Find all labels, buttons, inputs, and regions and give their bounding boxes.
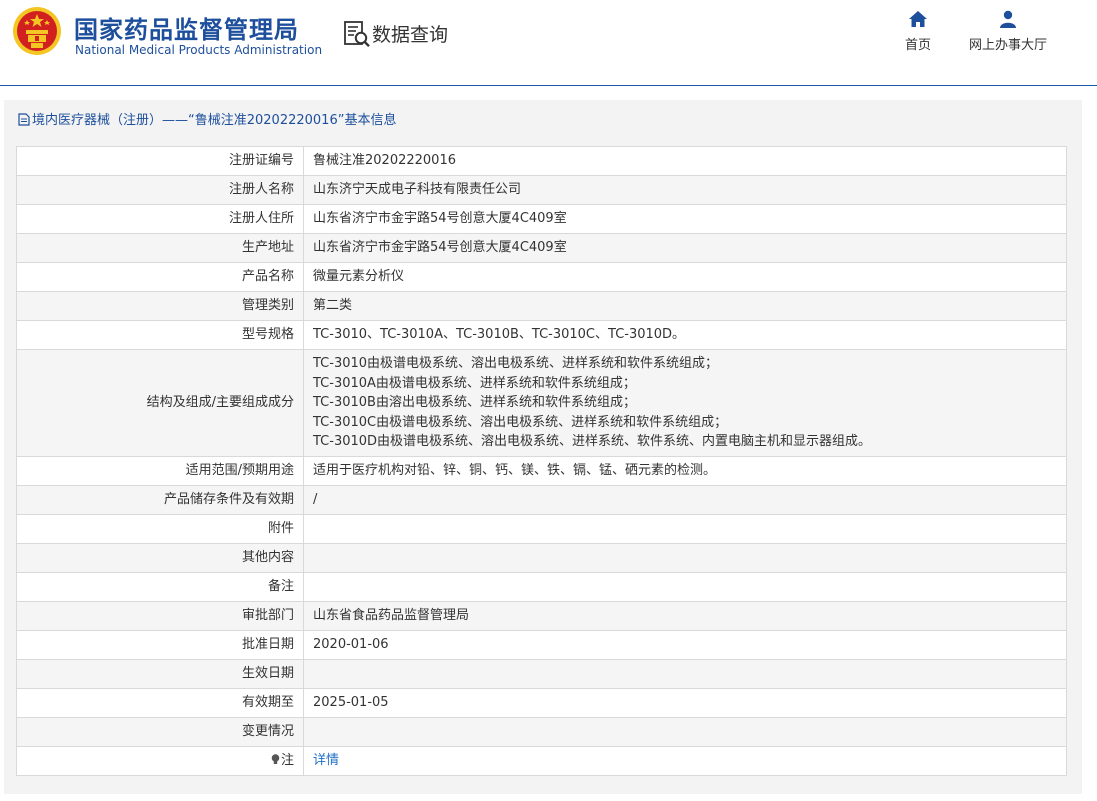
- row-value: TC-3010由极谱电极系统、溶出电极系统、进样系统和软件系统组成； TC-301…: [303, 349, 1067, 457]
- row-value: TC-3010、TC-3010A、TC-3010B、TC-3010C、TC-30…: [303, 320, 1067, 350]
- row-label: 结构及组成/主要组成成分: [16, 349, 304, 457]
- user-icon: [1000, 10, 1016, 28]
- home-icon: [909, 11, 927, 27]
- document-icon: [18, 113, 30, 126]
- row-value: 山东省济宁市金宇路54号创意大厦4C409室: [303, 204, 1067, 234]
- row-label: 管理类别: [16, 291, 304, 321]
- row-label: 注册人住所: [16, 204, 304, 234]
- table-row: 注册人住所 山东省济宁市金宇路54号创意大厦4C409室: [16, 204, 1067, 234]
- site-header: 国家药品监督管理局 National Medical Products Admi…: [0, 0, 1097, 86]
- row-value: [303, 571, 1067, 602]
- table-row: 产品储存条件及有效期 /: [16, 484, 1067, 515]
- row-label: 附件: [16, 513, 304, 544]
- row-value: [303, 513, 1067, 544]
- row-label: 注册证编号: [16, 146, 304, 176]
- row-label: 注: [16, 745, 304, 776]
- table-row: 其他内容: [16, 542, 1067, 573]
- row-value: 详情: [303, 745, 1067, 776]
- table-row: 产品名称 微量元素分析仪: [16, 262, 1067, 292]
- table-row: 备注: [16, 571, 1067, 602]
- row-label: 批准日期: [16, 629, 304, 660]
- row-label: 生效日期: [16, 658, 304, 689]
- row-value-line: TC-3010A由极谱电极系统、进样系统和软件系统组成；: [313, 375, 636, 391]
- row-value: 微量元素分析仪: [303, 262, 1067, 292]
- table-row: 适用范围/预期用途 适用于医疗机构对铅、锌、铜、钙、镁、铁、镉、锰、硒元素的检测。: [16, 455, 1067, 486]
- row-value: [303, 658, 1067, 689]
- table-row: 变更情况: [16, 716, 1067, 747]
- row-label: 变更情况: [16, 716, 304, 747]
- nav-home-button[interactable]: 首页: [896, 10, 940, 53]
- table-row: 批准日期 2020-01-06: [16, 629, 1067, 660]
- table-row: 管理类别 第二类: [16, 291, 1067, 321]
- table-row: 注册证编号 鲁械注准20202220016: [16, 146, 1067, 176]
- detail-link[interactable]: 详情: [313, 753, 339, 768]
- row-value: 2025-01-05: [303, 687, 1067, 718]
- table-row: 生效日期: [16, 658, 1067, 689]
- table-row-note: 注 详情: [16, 745, 1067, 776]
- table-row: 附件: [16, 513, 1067, 544]
- row-value: 鲁械注准20202220016: [303, 146, 1067, 176]
- row-value-line: TC-3010B由溶出电极系统、进样系统和软件系统组成；: [313, 395, 636, 410]
- row-value: 第二类: [303, 291, 1067, 321]
- row-label: 生产地址: [16, 233, 304, 263]
- org-name-cn: 国家药品监督管理局: [74, 16, 299, 44]
- table-row: 生产地址 山东省济宁市金宇路54号创意大厦4C409室: [16, 233, 1067, 263]
- info-table: 注册证编号 鲁械注准20202220016 注册人名称 山东济宁天成电子科技有限责任公…: [16, 146, 1067, 776]
- row-value: /: [303, 484, 1067, 515]
- nav-online-hall-button[interactable]: 网上办事大厅: [962, 10, 1054, 53]
- nav-online-hall-label: 网上办事大厅: [968, 38, 1047, 53]
- row-label: 适用范围/预期用途: [16, 455, 304, 486]
- row-value: 适用于医疗机构对铅、锌、铜、钙、镁、铁、镉、锰、硒元素的检测。: [303, 455, 1067, 486]
- panel-title-text: 境内医疗器械（注册）——“鲁械注准20202220016”基本信息: [32, 113, 397, 128]
- row-label: 备注: [16, 571, 304, 602]
- row-value: 山东省济宁市金宇路54号创意大厦4C409室: [303, 233, 1067, 263]
- org-name-en: National Medical Products Administration: [75, 43, 323, 57]
- table-row: 型号规格 TC-3010、TC-3010A、TC-3010B、TC-3010C、T…: [16, 320, 1067, 350]
- national-emblem-icon: [13, 7, 61, 55]
- note-label: 注: [280, 752, 294, 768]
- row-value-line: TC-3010由极谱电极系统、溶出电极系统、进样系统和软件系统组成；: [313, 356, 719, 371]
- row-label: 审批部门: [16, 600, 304, 631]
- row-value: 山东济宁天成电子科技有限责任公司: [303, 175, 1067, 205]
- row-value: 2020-01-06: [303, 629, 1067, 660]
- bulb-icon: [271, 753, 280, 764]
- row-label: 型号规格: [16, 320, 304, 350]
- row-label: 产品储存条件及有效期: [16, 484, 304, 515]
- table-row: 结构及组成/主要组成成分 TC-3010由极谱电极系统、溶出电极系统、进样系统和软…: [16, 349, 1067, 457]
- row-label: 注册人名称: [16, 175, 304, 205]
- row-label: 产品名称: [16, 262, 304, 292]
- detail-panel: 境内医疗器械（注册）——“鲁械注准20202220016”基本信息 注册证编号鲁…: [4, 100, 1082, 794]
- panel-title: 境内医疗器械（注册）——“鲁械注准20202220016”基本信息: [18, 109, 396, 128]
- nav-home-label: 首页: [904, 38, 931, 53]
- row-value: [303, 716, 1067, 747]
- table-row: 审批部门 山东省食品药品监督管理局: [16, 600, 1067, 631]
- row-label: 其他内容: [16, 542, 304, 573]
- table-row: 有效期至 2025-01-05: [16, 687, 1067, 718]
- row-value: 山东省食品药品监督管理局: [303, 600, 1067, 631]
- row-value: [303, 542, 1067, 573]
- row-value-line: TC-3010D由极谱电极系统、溶出电极系统、进样系统、软件系统、内置电脑主机和…: [313, 434, 872, 449]
- data-query-title: 数据查询: [372, 24, 449, 46]
- row-label: 有效期至: [16, 687, 304, 718]
- row-value-line: TC-3010C由极谱电极系统、溶出电极系统、进样系统和软件系统组成；: [313, 414, 728, 430]
- table-row: 注册人名称 山东济宁天成电子科技有限责任公司: [16, 175, 1067, 205]
- data-query-icon: [344, 21, 370, 48]
